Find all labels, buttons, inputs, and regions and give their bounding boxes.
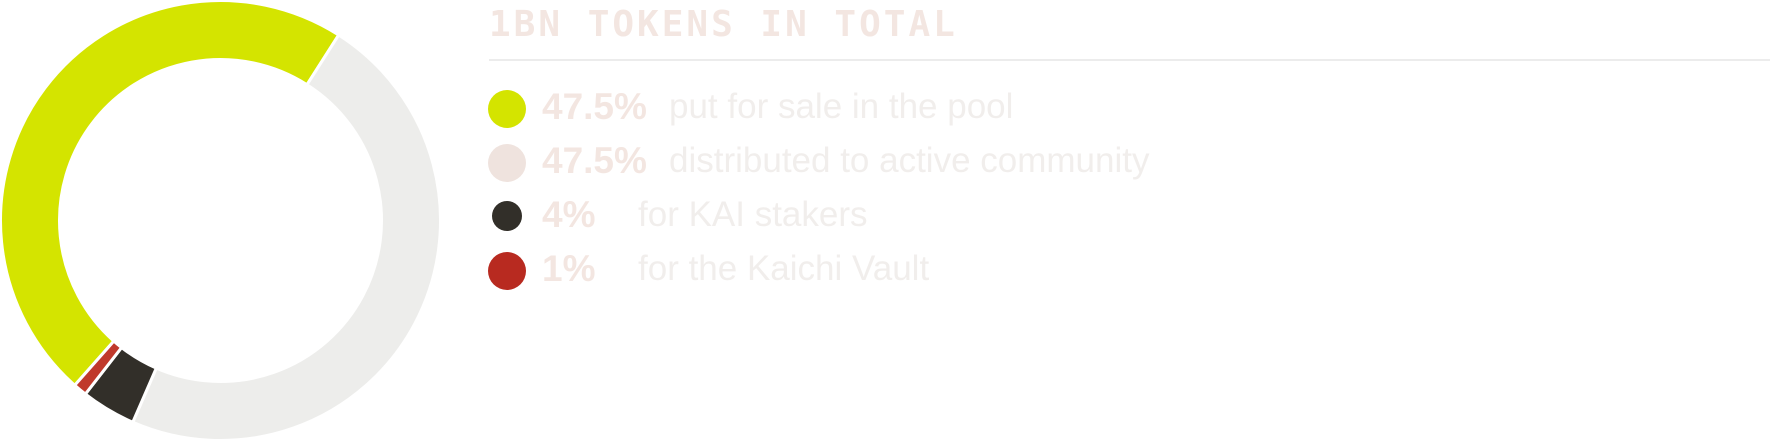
title-divider	[489, 59, 1770, 61]
legend-swatch	[492, 201, 522, 231]
legend-label: for the Kaichi Vault	[638, 249, 930, 288]
legend-percent: 47.5%	[542, 140, 647, 181]
legend-label: for KAI stakers	[638, 195, 868, 234]
legend-swatch	[488, 144, 526, 182]
legend-label: put for sale in the pool	[669, 87, 1014, 126]
legend-swatch	[488, 252, 526, 290]
legend-percent: 4%	[542, 194, 596, 235]
legend-label: distributed to active community	[669, 141, 1150, 180]
chart-title: 1BN TOKENS IN TOTAL	[489, 4, 958, 45]
legend-swatch	[488, 90, 526, 128]
slice-sale-pool	[0, 0, 341, 388]
slice-community	[130, 32, 441, 441]
donut-chart	[0, 0, 441, 441]
legend-percent: 1%	[542, 248, 596, 289]
legend-percent: 47.5%	[542, 86, 647, 127]
